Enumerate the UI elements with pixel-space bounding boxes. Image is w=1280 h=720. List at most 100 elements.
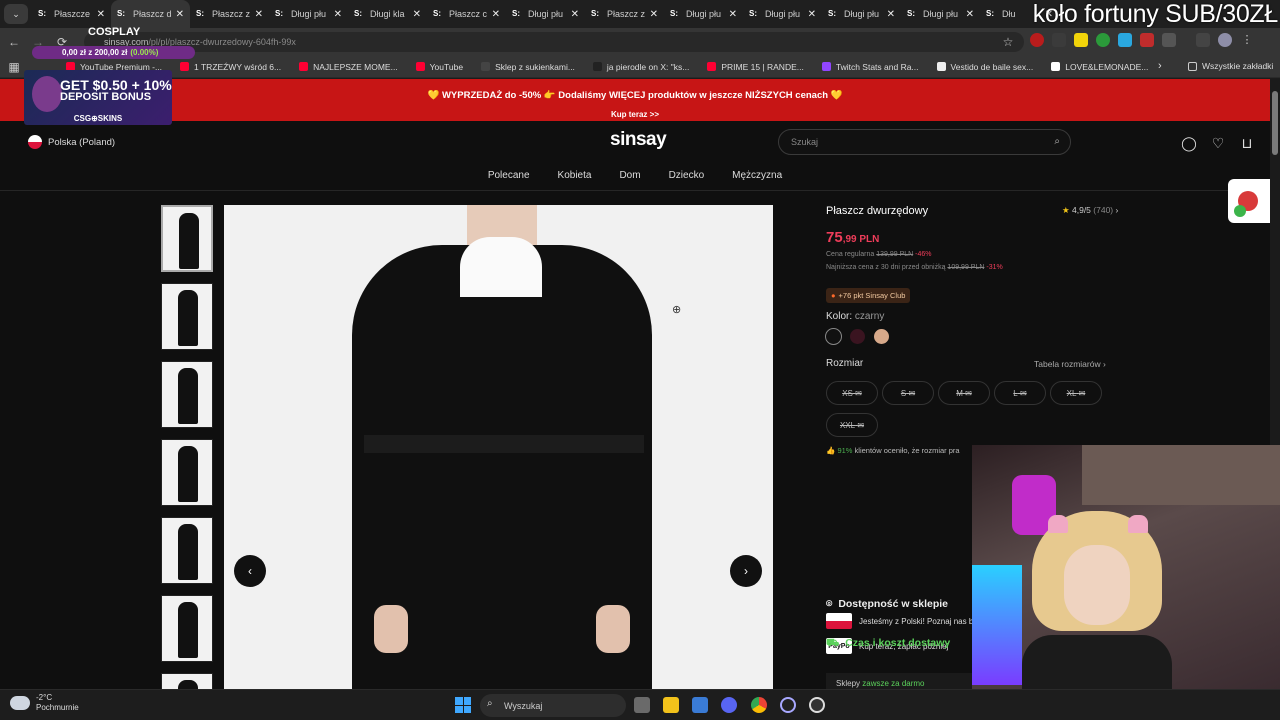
bookmark-star-icon[interactable]: ☆: [998, 32, 1018, 52]
close-icon[interactable]: ✕: [650, 9, 658, 20]
nav-item[interactable]: Dom: [619, 166, 640, 190]
prev-image-chevron-icon[interactable]: ‹: [234, 555, 266, 587]
extension-icon[interactable]: [1118, 33, 1132, 47]
task-view-icon[interactable]: [634, 697, 650, 713]
thumbnail[interactable]: [161, 283, 213, 350]
country-selector[interactable]: Polska (Poland): [28, 135, 115, 149]
promo-banner[interactable]: 💛 WYPRZEDAŻ do -50% 👉 Dodaliśmy WIĘCEJ p…: [0, 79, 1270, 121]
close-icon[interactable]: ✕: [808, 9, 816, 20]
stores-delivery-row: Sklepy zawsze za darmo: [826, 673, 976, 689]
weather-text: Pochmurnie: [36, 703, 79, 712]
close-icon[interactable]: ✕: [729, 9, 737, 20]
bookmark-item[interactable]: PRIME 15 | RANDE...: [707, 62, 804, 72]
tab-search-chevron-icon[interactable]: ⌄: [4, 4, 28, 24]
taskbar-search[interactable]: ⌕ Wyszukaj: [480, 694, 626, 717]
search-icon[interactable]: ⌕: [1054, 136, 1060, 147]
extension-icon[interactable]: [1140, 33, 1154, 47]
nav-item[interactable]: Dziecko: [669, 166, 705, 190]
gift-widget-icon[interactable]: [1228, 179, 1270, 223]
obs-icon[interactable]: [780, 697, 796, 713]
goal-progress-text: 0,00 zł z 200,00 zł: [62, 48, 128, 57]
browser-tab[interactable]: S: Długi płu ✕: [822, 0, 901, 28]
browser-tab[interactable]: S: Długi płu ✕: [506, 0, 585, 28]
windows-start-icon[interactable]: [455, 697, 471, 713]
close-icon[interactable]: ✕: [966, 9, 974, 20]
close-icon[interactable]: ✕: [492, 9, 500, 20]
store-availability[interactable]: ⌾ Dostępność w sklepie: [826, 598, 948, 611]
thumbnail[interactable]: [161, 361, 213, 428]
bookmark-item[interactable]: ja pierodle on X: "ks...: [592, 62, 689, 72]
browser-tab[interactable]: S: Długi płu ✕: [743, 0, 822, 28]
kebab-menu-icon[interactable]: ⋮: [1240, 33, 1254, 47]
nav-item[interactable]: Mężczyzna: [732, 166, 782, 190]
cart-bag-icon[interactable]: ⊔: [1239, 135, 1255, 151]
nav-item[interactable]: Kobieta: [558, 166, 592, 190]
back-arrow-icon[interactable]: ←: [4, 32, 24, 52]
delivery-info[interactable]: ⛟ Czas i koszt dostawy: [826, 637, 950, 651]
promo-link[interactable]: Kup teraz >>: [0, 110, 1270, 119]
bookmark-item[interactable]: YouTube: [415, 62, 463, 72]
browser-tab[interactable]: S: Płaszcz z ✕: [190, 0, 269, 28]
reading-list-icon[interactable]: [1196, 33, 1210, 47]
thumbnail[interactable]: [161, 673, 213, 689]
size-option[interactable]: L ✉: [994, 381, 1046, 405]
avatar[interactable]: [1218, 33, 1232, 47]
bookmark-item[interactable]: Vestido de baile sex...: [936, 62, 1033, 72]
close-icon[interactable]: ✕: [176, 9, 184, 20]
puzzle-icon[interactable]: [1162, 33, 1176, 47]
search-input[interactable]: Szukaj ⌕: [778, 129, 1071, 155]
size-table-link[interactable]: Tabela rozmiarów ›: [1034, 359, 1106, 369]
scroll-thumb[interactable]: [1272, 91, 1278, 155]
browser-tab[interactable]: S: Płaszcz z ✕: [585, 0, 664, 28]
bookmark-item[interactable]: NAJLEPSZE MOME...: [299, 62, 398, 72]
browser-tab[interactable]: S: Długi płu ✕: [269, 0, 348, 28]
discord-icon[interactable]: [721, 697, 737, 713]
browser-tab[interactable]: S: Płaszcze ✕: [32, 0, 111, 28]
browser-tab[interactable]: S: Płaszcz c ✕: [427, 0, 506, 28]
nav-item[interactable]: Polecane: [488, 166, 530, 190]
browser-tab[interactable]: S: Płaszcz d ✕: [111, 0, 190, 28]
weather-widget[interactable]: -2°C Pochmurnie: [10, 693, 79, 713]
bookmarks-overflow-icon[interactable]: ›: [1158, 60, 1162, 72]
zoom-icon[interactable]: ⊕: [672, 303, 681, 316]
sinsay-logo[interactable]: sinsay: [610, 129, 667, 151]
browser-tab[interactable]: S: Długi płu ✕: [664, 0, 743, 28]
close-icon[interactable]: ✕: [571, 9, 579, 20]
extension-icon[interactable]: [1030, 33, 1044, 47]
wishlist-heart-icon[interactable]: ♡: [1210, 135, 1226, 151]
extension-icon[interactable]: [1074, 33, 1088, 47]
apps-grid-icon[interactable]: ▦: [4, 57, 24, 77]
file-explorer-icon[interactable]: [663, 697, 679, 713]
url-bar[interactable]: sinsay.com/pl/pl/plaszcz-dwurzedowy-604f…: [84, 32, 1024, 52]
account-icon[interactable]: ◯: [1181, 135, 1197, 151]
browser-tab[interactable]: S: Długi płu ✕: [901, 0, 980, 28]
extension-icon[interactable]: [1096, 33, 1110, 47]
thumbnail[interactable]: [161, 205, 213, 272]
bookmark-favicon-icon: [299, 62, 309, 71]
size-option[interactable]: XL ✉: [1050, 381, 1102, 405]
close-icon[interactable]: ✕: [887, 9, 895, 20]
thumbnail[interactable]: [161, 517, 213, 584]
product-main-image[interactable]: ⊕ ‹ ›: [224, 205, 773, 689]
close-icon[interactable]: ✕: [97, 9, 105, 20]
thumbnail[interactable]: [161, 595, 213, 662]
bookmark-favicon-icon: [481, 62, 491, 71]
taskbar-search-placeholder: Wyszukaj: [504, 700, 543, 711]
extension-icon[interactable]: [1052, 33, 1066, 47]
close-icon[interactable]: ✕: [334, 9, 342, 20]
close-icon[interactable]: ✕: [413, 9, 421, 20]
app-icon[interactable]: [809, 697, 825, 713]
product-rating[interactable]: ★ 4,9/5 (740) ›: [1062, 205, 1118, 216]
close-icon[interactable]: ✕: [255, 9, 263, 20]
next-image-chevron-icon[interactable]: ›: [730, 555, 762, 587]
chrome-icon[interactable]: [751, 697, 767, 713]
bookmark-item[interactable]: LOVE&LEMONADE...: [1051, 62, 1148, 72]
bookmark-item[interactable]: Twitch Stats and Ra...: [821, 62, 919, 72]
store-icon[interactable]: [692, 697, 708, 713]
csgskins-ad: GET $0.50 + 10% DEPOSIT BONUS CSG⊕SKINS: [24, 70, 172, 125]
all-bookmarks[interactable]: Wszystkie zakładki: [1188, 61, 1273, 71]
thumbnail[interactable]: [161, 439, 213, 506]
bookmark-item[interactable]: Sklep z sukienkami...: [481, 62, 575, 72]
bookmark-item[interactable]: 1 TRZEŹWY wśród 6...: [180, 62, 281, 72]
browser-tab[interactable]: S: Długi kla ✕: [348, 0, 427, 28]
